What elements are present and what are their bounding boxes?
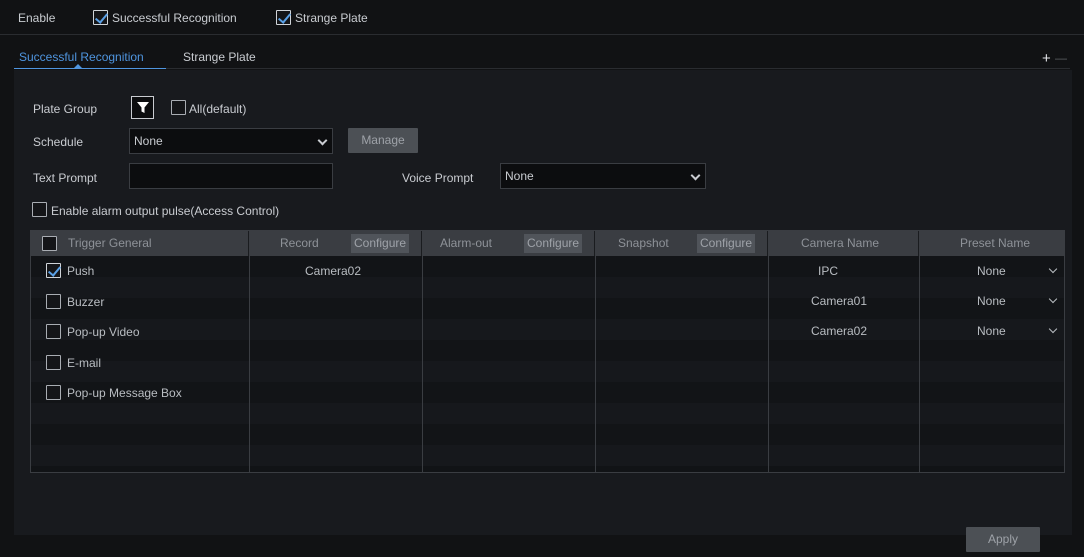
header-record-label: Record: [280, 236, 319, 250]
column-divider: [249, 231, 250, 472]
plate-group-filter-button[interactable]: [131, 96, 154, 119]
preset-name-value[interactable]: None: [977, 294, 1006, 308]
successful-recognition-checkbox[interactable]: [93, 10, 108, 25]
preset-camera-name: IPC: [818, 264, 839, 278]
header-trigger-general: Trigger General: [31, 231, 249, 256]
schedule-label: Schedule: [33, 135, 84, 149]
trigger-select-all-checkbox[interactable]: [42, 236, 57, 251]
text-prompt-label: Text Prompt: [33, 171, 98, 185]
voice-prompt-label: Voice Prompt: [402, 171, 474, 185]
header-snapshot-label: Snapshot: [618, 236, 669, 250]
table-row: [31, 298, 1064, 319]
column-divider: [919, 231, 920, 472]
trigger-buzzer-label: Buzzer: [67, 295, 105, 309]
record-configure-button[interactable]: Configure: [351, 234, 410, 253]
header-camera-name-label: Camera Name: [801, 236, 880, 250]
add-icon[interactable]: +: [1042, 51, 1051, 66]
voice-prompt-select-value: None: [505, 169, 534, 183]
trigger-push-label: Push: [67, 264, 95, 278]
header-alarm-out: Alarm-out Configure: [423, 231, 595, 256]
column-divider: [768, 231, 769, 472]
table-row: [31, 382, 1064, 403]
trigger-popup-video-label: Pop-up Video: [67, 325, 140, 339]
header-trigger-general-label: Trigger General: [68, 236, 152, 250]
table-row: [31, 361, 1064, 382]
successful-recognition-label: Successful Recognition: [112, 11, 237, 25]
tab-baseline: [14, 68, 1070, 69]
apply-button[interactable]: Apply: [966, 527, 1040, 552]
strange-plate-label: Strange Plate: [295, 11, 368, 25]
trigger-buzzer-checkbox[interactable]: [46, 294, 61, 309]
trigger-email-checkbox[interactable]: [46, 355, 61, 370]
trigger-popup-video-checkbox[interactable]: [46, 324, 61, 339]
table-row: [31, 340, 1064, 361]
header-alarm-out-label: Alarm-out: [440, 236, 493, 250]
chevron-down-icon: [317, 135, 328, 146]
active-tab-notch: [73, 64, 83, 69]
all-default-label: All(default): [189, 102, 247, 116]
alarm-output-pulse-label: Enable alarm output pulse(Access Control…: [51, 204, 280, 218]
trigger-popup-message-box-label: Pop-up Message Box: [67, 386, 182, 400]
column-divider: [595, 231, 596, 472]
strange-plate-checkbox[interactable]: [276, 10, 291, 25]
all-default-checkbox[interactable]: [171, 100, 186, 115]
table-row: [31, 256, 1064, 277]
header-camera-name: Camera Name: [769, 231, 919, 256]
enable-label: Enable: [18, 11, 56, 25]
trigger-push-checkbox[interactable]: [46, 263, 61, 278]
filter-icon: [137, 102, 149, 113]
tab-successful-recognition[interactable]: Successful Recognition: [19, 50, 144, 64]
table-row: [31, 403, 1064, 424]
plate-group-label: Plate Group: [33, 102, 98, 116]
schedule-select-value: None: [134, 134, 163, 148]
top-divider: [0, 34, 1084, 35]
table-row: [31, 424, 1064, 445]
preset-name-value[interactable]: None: [977, 324, 1006, 338]
header-record: Record Configure: [250, 231, 422, 256]
preset-camera-name: Camera01: [811, 294, 868, 308]
trigger-popup-message-box-checkbox[interactable]: [46, 385, 61, 400]
snapshot-configure-button[interactable]: Configure: [697, 234, 756, 253]
tab-strange-plate[interactable]: Strange Plate: [183, 50, 256, 64]
table-row: [31, 319, 1064, 340]
alarm-out-configure-button[interactable]: Configure: [524, 234, 583, 253]
column-divider: [422, 231, 423, 472]
schedule-select[interactable]: None: [129, 128, 333, 154]
alarm-output-pulse-checkbox[interactable]: [32, 202, 47, 217]
chevron-down-icon: [690, 170, 701, 181]
record-camera-item[interactable]: Camera02: [305, 264, 361, 278]
preset-camera-name: Camera02: [811, 324, 868, 338]
table-row: [31, 277, 1064, 298]
header-snapshot: Snapshot Configure: [596, 231, 768, 256]
voice-prompt-select[interactable]: None: [500, 163, 706, 189]
trigger-email-label: E-mail: [67, 356, 102, 370]
manage-button[interactable]: Manage: [348, 128, 418, 153]
header-preset-name: Preset Name: [920, 231, 1064, 256]
table-row: [31, 445, 1064, 466]
trigger-table: Trigger General Record Configure Alarm-o…: [30, 230, 1065, 473]
preset-name-value[interactable]: None: [977, 264, 1006, 278]
header-preset-name-label: Preset Name: [960, 236, 1031, 250]
active-tab-indicator: [14, 68, 166, 69]
text-prompt-input[interactable]: [129, 163, 333, 189]
remove-icon[interactable]: —: [1055, 51, 1067, 66]
